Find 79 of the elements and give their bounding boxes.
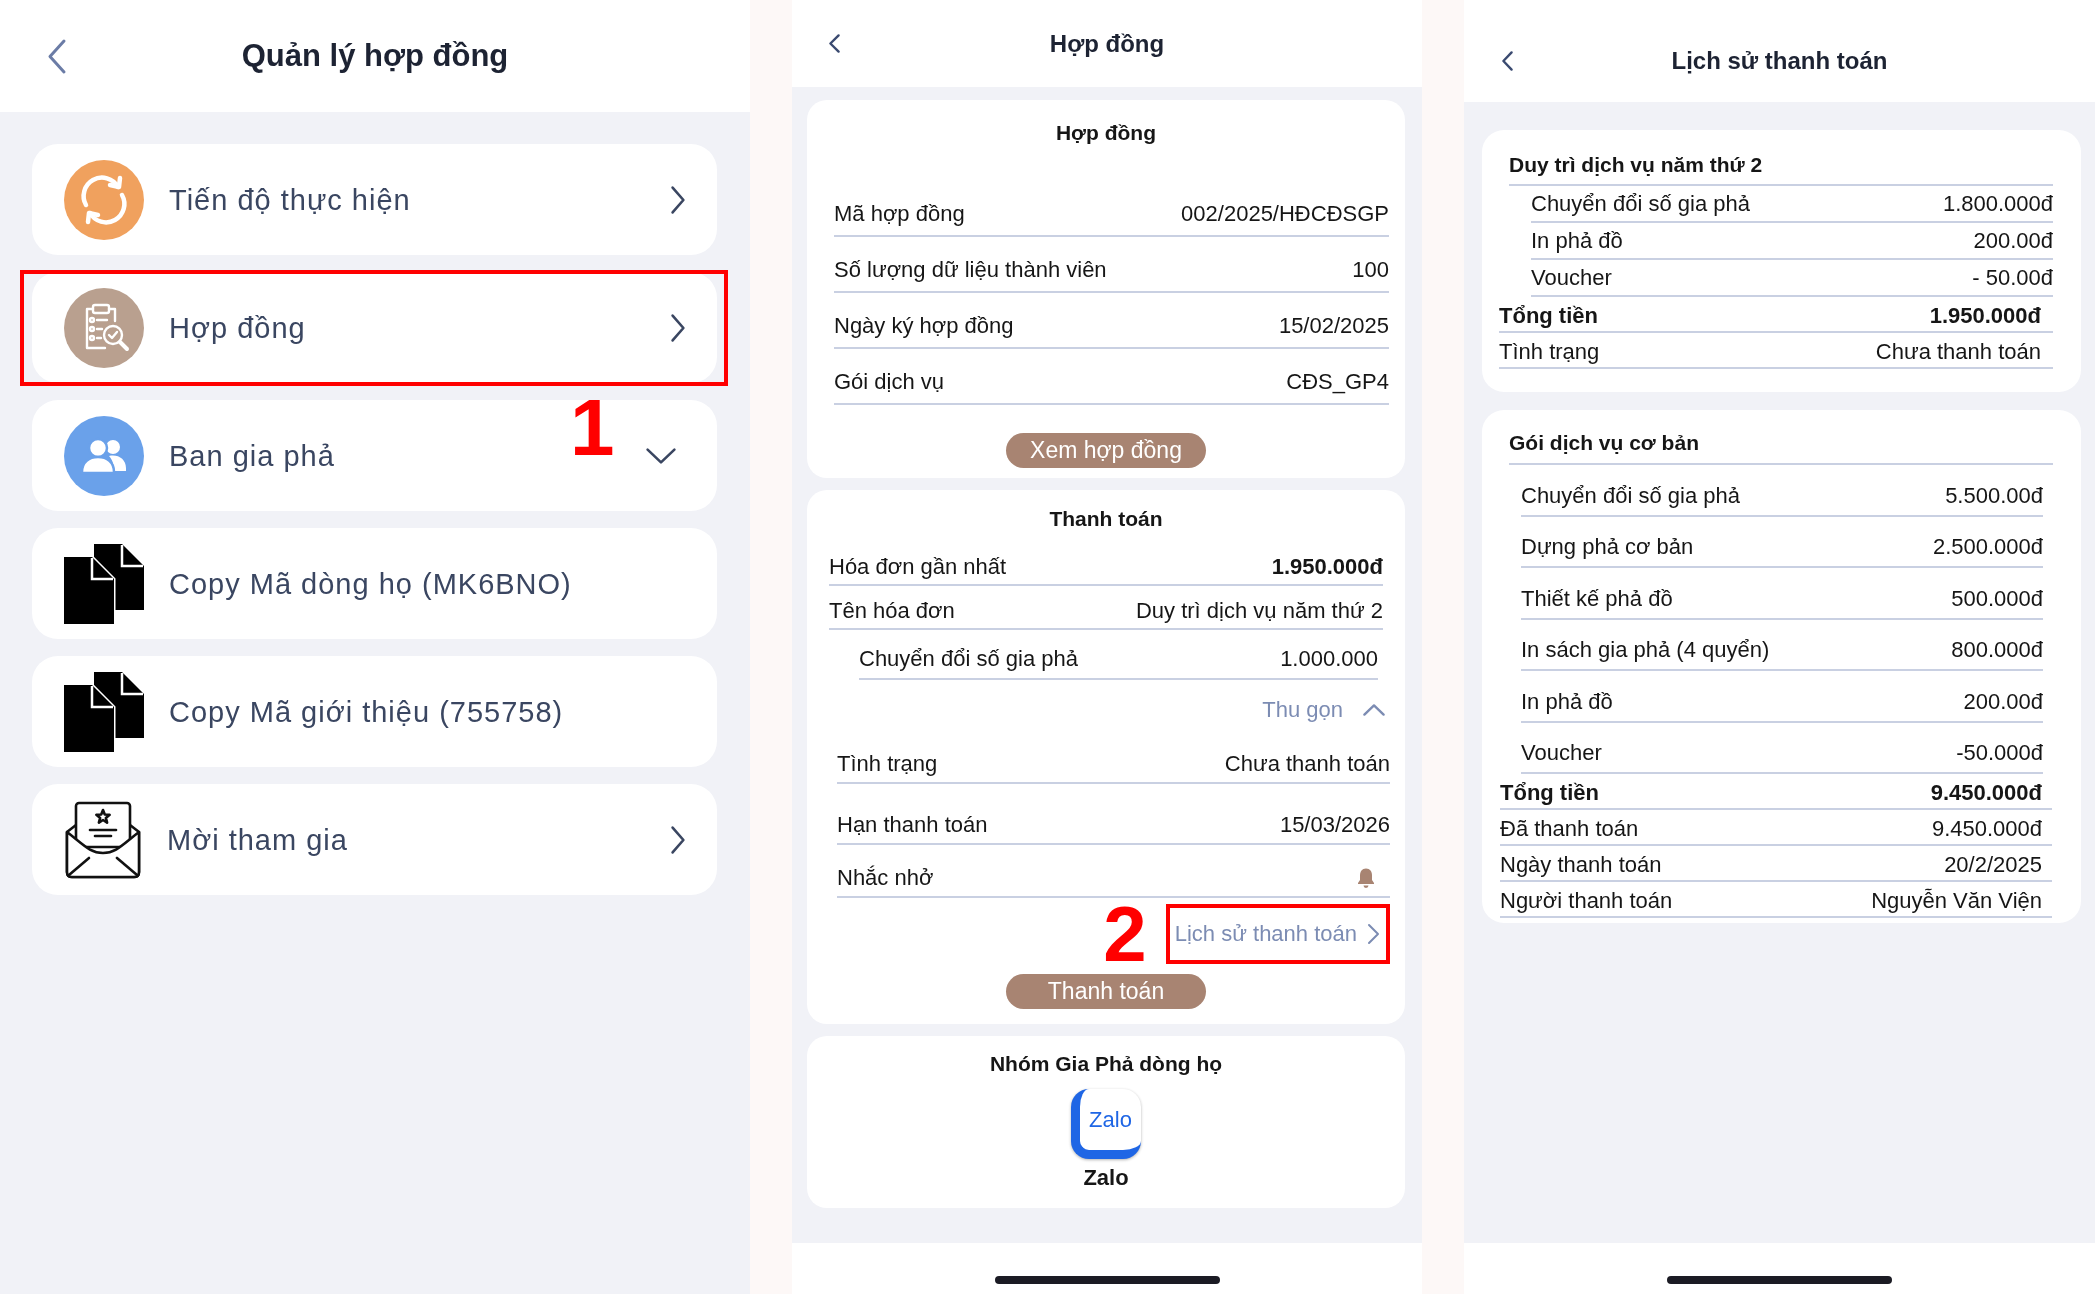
- invoice-title: Gói dịch vụ cơ bản: [1509, 431, 1699, 454]
- chevron-right-icon: [670, 824, 686, 855]
- menu-item[interactable]: Hợp đồng: [32, 272, 717, 383]
- total-amount: 9.450.000đ: [1930, 780, 2042, 806]
- field-value: 20/2/2025: [1944, 852, 2042, 878]
- menu-item[interactable]: Copy Mã giới thiệu (755758): [32, 656, 717, 767]
- copy-icon: [64, 543, 144, 624]
- field-label: Mã hợp đồng: [834, 201, 965, 227]
- field-label: Gói dịch vụ: [834, 369, 945, 395]
- people-icon: [64, 415, 144, 496]
- field-value: Nguyễn Văn Viện: [1871, 888, 2042, 914]
- card-heading: Thanh toán: [1049, 507, 1163, 530]
- line-label: Voucher: [1521, 740, 1602, 766]
- line-label: In phả đồ: [1521, 688, 1613, 715]
- line-label: Voucher: [1531, 265, 1612, 291]
- line-amount: 800.000đ: [1951, 637, 2043, 663]
- line-label: Thiết kế phả đồ: [1521, 585, 1673, 612]
- line-amount: 5.500.00đ: [1945, 482, 2043, 509]
- total-amount: 1.950.000đ: [1929, 303, 2041, 329]
- line-amount: 500.000đ: [1951, 585, 2043, 612]
- chevron-left-icon: [47, 37, 67, 75]
- chevron-right-icon: [670, 184, 686, 215]
- app-label: Zalo: [1083, 1165, 1129, 1191]
- field-label: Ngày thanh toán: [1500, 852, 1662, 878]
- screen-title: Lịch sử thanh toán: [1671, 46, 1888, 76]
- menu-item[interactable]: Copy Mã dòng họ (MK6BNO): [32, 528, 717, 639]
- field-label: Người thanh toán: [1500, 888, 1673, 914]
- invoice-title: Duy trì dịch vụ năm thứ 2: [1509, 153, 1763, 176]
- envelope-star-icon: [64, 800, 142, 879]
- bell-icon[interactable]: [1357, 867, 1375, 889]
- field-label: Hóa đơn gần nhất: [829, 554, 1007, 580]
- line-amount: 1.800.000đ: [1942, 191, 2053, 217]
- line-label: Chuyển đổi số gia phả: [1521, 482, 1740, 509]
- field-label: Tình trạng: [837, 751, 938, 777]
- field-label: Tình trạng: [1499, 339, 1600, 365]
- card-heading: Nhóm Gia Phả dòng họ: [989, 1052, 1223, 1075]
- line-amount: 200.00đ: [1973, 228, 2053, 254]
- field-value: 15/03/2026: [1279, 812, 1390, 838]
- menu-item[interactable]: Mời tham gia: [32, 784, 717, 895]
- field-value: Chưa thanh toán: [1875, 339, 2041, 365]
- chevron-left-icon: [1501, 50, 1514, 72]
- field-value: Duy trì dịch vụ năm thứ 2: [1135, 598, 1383, 624]
- field-value: 9.450.000đ: [1931, 816, 2042, 842]
- field-label: Ngày ký hợp đồng: [834, 313, 1014, 339]
- step-number: 2: [1103, 895, 1147, 973]
- field-value: Chưa thanh toán: [1224, 751, 1390, 777]
- field-value: CĐS_GP4: [1286, 369, 1389, 395]
- clipboard-search-icon: [64, 287, 144, 368]
- line-amount: - 50.00đ: [1972, 265, 2053, 291]
- line-label: In sách gia phả (4 quyển): [1521, 637, 1770, 663]
- field-value: 100: [1352, 257, 1389, 283]
- card-heading: Hợp đồng: [1055, 121, 1157, 144]
- chevron-left-icon: [828, 33, 841, 54]
- screen-title: Hợp đồng: [1049, 28, 1165, 59]
- total-label: Tổng tiền: [1500, 780, 1599, 806]
- field-value: 002/2025/HĐCĐSGP: [1181, 201, 1389, 227]
- copy-icon: [64, 671, 144, 752]
- line-label: Chuyển đổi số gia phả: [1531, 191, 1750, 217]
- total-label: Tổng tiền: [1499, 303, 1598, 329]
- field-label: Hạn thanh toán: [837, 812, 988, 838]
- line-amount: 200.00đ: [1963, 688, 2043, 715]
- field-value: 1.000.000: [1280, 646, 1378, 672]
- line-amount: -50.000đ: [1956, 740, 2043, 766]
- field-label: Nhắc nhở: [837, 865, 934, 891]
- screen-title: Quản lý hợp đồng: [241, 38, 509, 74]
- app-logo[interactable]: Zalo: [1071, 1089, 1141, 1159]
- field-label: Đã thanh toán: [1500, 816, 1639, 842]
- field-label: Chuyển đổi số gia phả: [859, 646, 1078, 672]
- chevron-right-icon: [1367, 923, 1380, 945]
- field-value: 15/02/2025: [1278, 313, 1389, 339]
- field-label: Tên hóa đơn: [829, 598, 955, 624]
- chevron-right-icon: [670, 312, 686, 343]
- sync-icon: [64, 159, 144, 240]
- menu-item[interactable]: Tiến độ thực hiện: [32, 144, 717, 255]
- field-value: 1.950.000đ: [1271, 554, 1383, 580]
- line-label: Dựng phả cơ bản: [1521, 534, 1694, 560]
- line-amount: 2.500.000đ: [1932, 534, 2043, 560]
- line-label: In phả đồ: [1531, 228, 1623, 254]
- field-label: Số lượng dữ liệu thành viên: [834, 257, 1107, 283]
